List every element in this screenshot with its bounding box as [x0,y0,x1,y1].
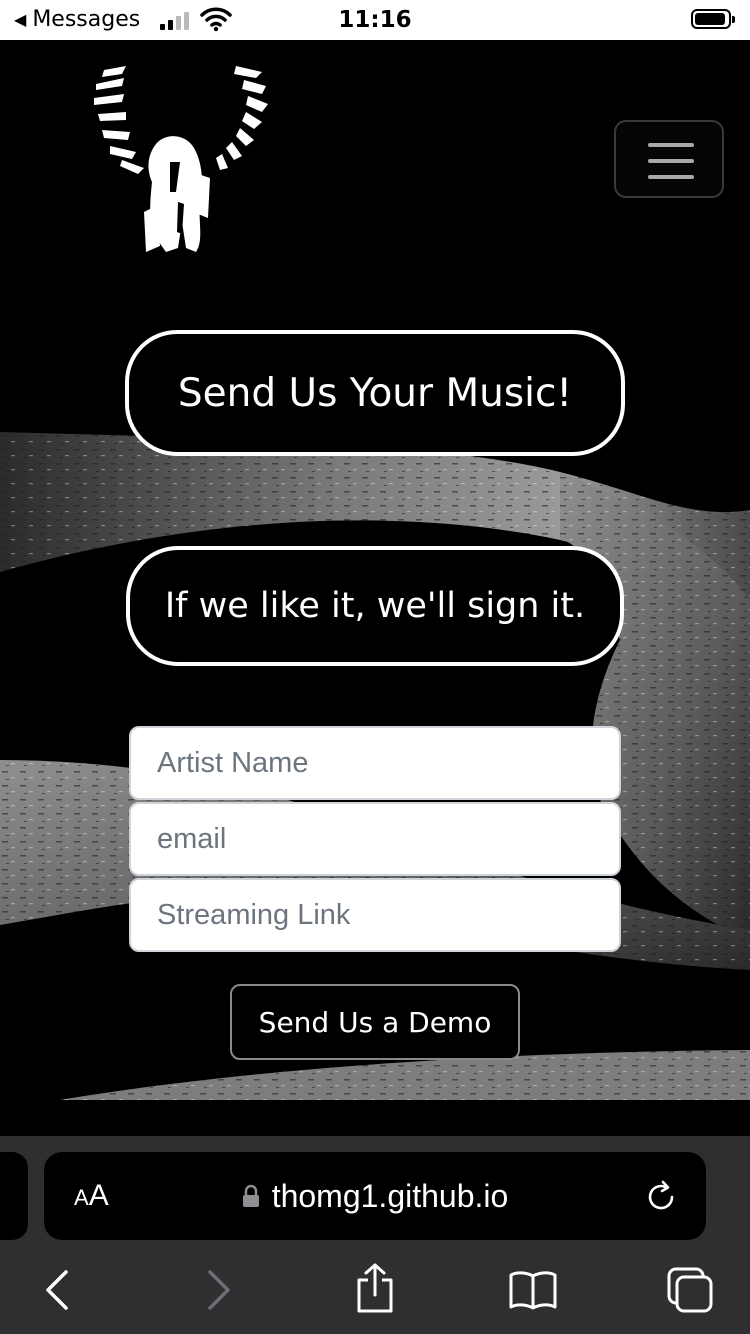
hamburger-icon-bar [648,159,694,163]
web-page: Send Us Your Music! If we like it, we'll… [0,40,750,1136]
url-text: thomg1.github.io [271,1177,509,1214]
hamburger-icon-bar [648,175,694,179]
reload-icon[interactable] [644,1180,678,1214]
status-bar: ◀ Messages 11:16 [0,0,750,40]
tabs-icon[interactable] [666,1266,714,1314]
forward-icon[interactable] [202,1268,234,1312]
status-time: 11:16 [338,7,412,33]
bookmarks-icon[interactable] [508,1270,558,1310]
artist-name-input[interactable] [129,726,621,800]
streaming-link-input[interactable] [129,878,621,952]
previous-tab-edge[interactable] [0,1152,28,1240]
back-icon[interactable] [42,1268,74,1312]
demo-submission-form [129,726,621,954]
nav-menu-toggle-button[interactable] [614,120,724,198]
battery-icon [691,9,735,29]
subline-pill: If we like it, we'll sign it. [126,546,624,666]
email-input[interactable] [129,802,621,876]
send-demo-button[interactable]: Send Us a Demo [230,984,520,1060]
lock-icon [242,1184,259,1207]
phone-screen: ◀ Messages 11:16 Send Us Your Music! If … [0,0,750,1334]
share-icon[interactable] [354,1262,396,1314]
hamburger-icon [648,143,694,147]
url-display[interactable]: thomg1.github.io [44,1152,706,1240]
browser-toolbar: AA thomg1.github.io [0,1136,750,1334]
address-bar[interactable]: AA thomg1.github.io [44,1152,706,1240]
headline-pill: Send Us Your Music! [125,330,625,456]
winged-figure-logo-icon [94,66,268,252]
